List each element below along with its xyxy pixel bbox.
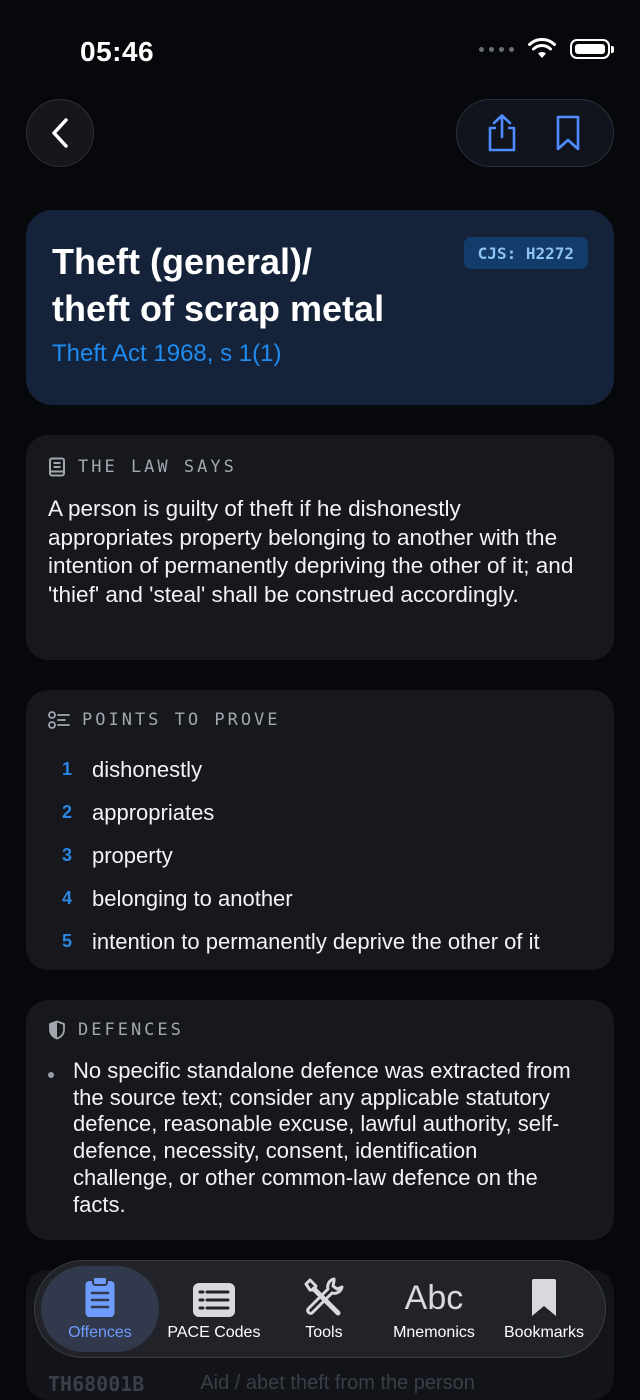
- offence-title-line1: Theft (general)/: [52, 241, 313, 282]
- offence-title-line2: theft of scrap metal: [52, 288, 385, 329]
- point-item: 4 belonging to another: [62, 877, 540, 920]
- back-button[interactable]: [26, 99, 94, 167]
- wifi-icon: [528, 38, 556, 58]
- tools-icon: [304, 1277, 344, 1316]
- point-text: belonging to another: [92, 885, 293, 911]
- point-number: 1: [62, 759, 73, 779]
- defences-label: DEFENCES: [78, 1020, 184, 1040]
- tab-pace-codes[interactable]: PACE Codes: [159, 1266, 269, 1352]
- point-number: 2: [62, 802, 73, 822]
- clipboard-icon: [85, 1276, 115, 1317]
- tab-mnemonics-label: Mnemonics: [393, 1324, 475, 1341]
- points-to-prove-card: POINTS TO PROVE 1 dishonestly 2 appropriat…: [26, 690, 614, 970]
- point-number: 4: [62, 888, 73, 908]
- point-item: 3 property: [62, 834, 540, 877]
- point-text: dishonestly: [92, 756, 203, 782]
- abc-icon: Abc: [404, 1279, 464, 1317]
- law-says-heading: THE LAW SAYS: [48, 457, 237, 477]
- checklist-icon: [48, 711, 70, 729]
- share-button[interactable]: [477, 108, 527, 158]
- action-pill: [456, 99, 614, 167]
- law-says-label: THE LAW SAYS: [78, 457, 237, 477]
- tab-bookmarks[interactable]: Bookmarks: [489, 1266, 599, 1352]
- bookmark-icon: [532, 1279, 556, 1316]
- tab-tools-label: Tools: [305, 1324, 343, 1341]
- cjs-code-badge: CJS: H2272: [463, 237, 588, 269]
- bookmark-outline-icon: [556, 115, 580, 151]
- status-bar: 05:46: [0, 0, 640, 100]
- tab-offences[interactable]: Offences: [41, 1266, 159, 1352]
- tab-pace-codes-label: PACE Codes: [167, 1324, 261, 1341]
- point-item: 1 dishonestly: [62, 748, 540, 791]
- shield-icon: [49, 1020, 65, 1040]
- point-number: 5: [62, 931, 73, 951]
- point-text: intention to permanently deprive the oth…: [92, 928, 540, 954]
- tab-offences-label: Offences: [68, 1324, 132, 1341]
- signal-dots-icon: [479, 46, 514, 52]
- offence-act-reference[interactable]: Theft Act 1968, s 1(1): [52, 340, 281, 368]
- point-text: property: [92, 842, 173, 868]
- bookmark-button[interactable]: [543, 108, 593, 158]
- points-list: 1 dishonestly 2 appropriates 3 property 4 be…: [62, 748, 540, 963]
- book-icon: [49, 457, 65, 477]
- points-to-prove-label: POINTS TO PROVE: [82, 710, 281, 730]
- defence-item: No specific standalone defence was extra…: [48, 1058, 578, 1218]
- bullet-icon: [48, 1072, 54, 1078]
- tab-bar: Offences PACE Codes Tools Abc Mnemonics: [34, 1260, 606, 1358]
- tab-mnemonics[interactable]: Abc Mnemonics: [379, 1266, 489, 1352]
- battery-icon: [570, 39, 614, 59]
- point-item: 5 intention to permanently deprive the ot…: [62, 920, 540, 963]
- law-says-text: A person is guilty of theft if he dishon…: [48, 496, 574, 607]
- status-icons: [479, 38, 614, 60]
- defences-card: DEFENCES No specific standalone defence …: [26, 1000, 614, 1240]
- tab-tools[interactable]: Tools: [269, 1266, 379, 1352]
- related-offence-row[interactable]: TH68001B Aid / abet theft from the perso…: [48, 1372, 475, 1396]
- offence-header-card: Theft (general)/ theft of scrap metal Th…: [26, 210, 614, 405]
- offence-title: Theft (general)/ theft of scrap metal: [52, 238, 452, 332]
- point-item: 2 appropriates: [62, 791, 540, 834]
- point-number: 3: [62, 845, 73, 865]
- law-says-card: THE LAW SAYS A person is guilty of theft…: [26, 435, 614, 660]
- chevron-left-icon: [52, 118, 68, 148]
- points-to-prove-heading: POINTS TO PROVE: [48, 710, 281, 730]
- related-offence-code: TH68001B: [48, 1372, 145, 1396]
- related-offence-title: Aid / abet theft from the person: [200, 1372, 475, 1394]
- defences-heading: DEFENCES: [48, 1020, 184, 1040]
- share-icon: [488, 114, 516, 152]
- tab-bookmarks-label: Bookmarks: [503, 1324, 585, 1341]
- list-card-icon: [192, 1283, 235, 1317]
- point-text: appropriates: [92, 799, 215, 825]
- status-time: 05:46: [80, 36, 155, 67]
- defence-text: No specific standalone defence was extra…: [73, 1058, 571, 1217]
